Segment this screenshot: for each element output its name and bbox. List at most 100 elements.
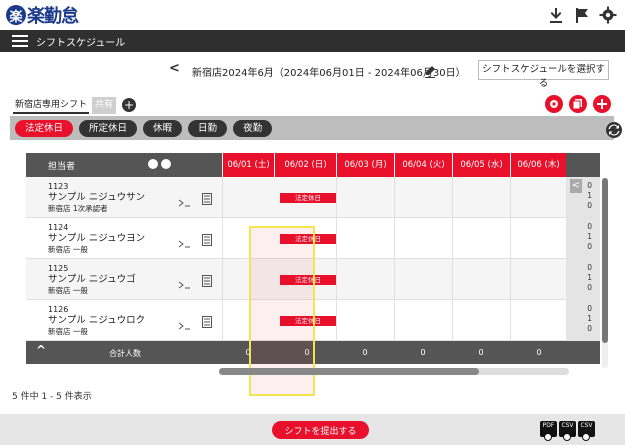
totals-label: 合計人数 — [109, 349, 141, 358]
export-label: CSV — [561, 422, 574, 429]
column-divider — [336, 177, 337, 341]
filter-leave[interactable]: 休暇 — [143, 119, 183, 137]
date-header[interactable]: 06/04 (火) — [394, 153, 452, 177]
employee-name[interactable]: サンプル ニジュウヨン — [48, 233, 145, 244]
copy-icon[interactable] — [569, 95, 587, 113]
row-summary: 0 1 0 — [566, 259, 600, 300]
add-tab-button[interactable]: + — [122, 98, 137, 112]
horizontal-scrollbar[interactable] — [219, 368, 569, 375]
refresh-icon[interactable] — [605, 121, 623, 139]
select-schedule-button[interactable]: シフトスケジュールを選択する — [478, 60, 609, 89]
employee-info: 1126 サンプル ニジュウロク 新宿店 一般 — [48, 304, 145, 337]
date-header[interactable]: 06/01 (土) — [222, 153, 274, 177]
shift-request-icon[interactable] — [178, 274, 190, 289]
sort-controls — [148, 159, 171, 169]
tab-shinjuku[interactable]: 新宿店専用シフト — [13, 97, 90, 114]
table-row: 1124 サンプル ニジュウヨン 新宿店 一般 法定休日 0 1 0 — [26, 218, 600, 259]
total-count: 0 — [420, 348, 426, 357]
date-header[interactable]: 06/02 (日) — [274, 153, 336, 177]
collapse-rows-button[interactable]: ^ — [36, 343, 46, 357]
period-row: < 新宿店2024年6月（2024年06月01日 - 2024年06月30日） … — [0, 60, 625, 89]
logo-mark: 楽 — [6, 5, 26, 25]
submit-shift-button[interactable]: シフトを提出する — [272, 421, 369, 439]
row-summary: 0 1 0 — [566, 218, 600, 259]
summary-count: 0 — [587, 283, 592, 292]
shift-request-icon[interactable] — [178, 233, 190, 248]
summary-count: 0 — [587, 242, 592, 251]
date-header[interactable]: 06/05 (水) — [452, 153, 510, 177]
employee-name[interactable]: サンプル ニジュウロク — [48, 315, 145, 326]
employee-id: 1126 — [48, 305, 69, 314]
summary-count: 0 — [587, 201, 592, 210]
tab-shared[interactable]: 共有 — [92, 96, 117, 114]
vertical-scrollbar[interactable] — [602, 178, 608, 368]
pencil-icon[interactable] — [425, 63, 435, 78]
memo-icon[interactable] — [202, 190, 212, 205]
shift-badge[interactable]: 法定休日 — [280, 193, 336, 203]
summary-count: 0 — [587, 304, 592, 313]
summary-count: 1 — [587, 232, 592, 241]
csv-export-button[interactable]: CSV — [578, 421, 595, 441]
filter-day-shift[interactable]: 日勤 — [188, 119, 228, 137]
filter-night-shift[interactable]: 夜勤 — [233, 119, 273, 137]
app-logo[interactable]: 楽 楽勤怠 — [6, 3, 79, 27]
filter-scheduled-holiday[interactable]: 所定休日 — [79, 119, 138, 137]
employee-role: 新宿店 一般 — [48, 286, 88, 295]
employee-info: 1124 サンプル ニジュウヨン 新宿店 一般 — [48, 222, 145, 255]
sort-toggle-icon[interactable] — [148, 159, 158, 169]
memo-icon[interactable] — [202, 313, 212, 328]
top-header: 楽 楽勤怠 — [0, 0, 625, 30]
date-header[interactable]: 06/03 (月) — [336, 153, 394, 177]
pdf-export-button[interactable]: PDF — [540, 421, 557, 441]
download-circle-icon — [563, 433, 571, 441]
filter-legal-holiday[interactable]: 法定休日 — [15, 119, 74, 137]
prev-period-button[interactable]: < — [169, 61, 180, 76]
settings-gear-icon[interactable] — [545, 95, 563, 113]
shift-request-icon[interactable] — [178, 315, 190, 330]
employee-role: 新宿店 一般 — [48, 327, 88, 336]
summary-count: 0 — [587, 263, 592, 272]
total-count: 0 — [304, 348, 310, 357]
logo-text: 楽勤怠 — [27, 6, 79, 27]
table-row: 1126 サンプル ニジュウロク 新宿店 一般 法定休日 0 1 0 — [26, 300, 600, 341]
right-tools — [545, 95, 611, 113]
employee-id: 1123 — [48, 182, 69, 191]
memo-icon[interactable] — [202, 231, 212, 246]
summary-count: 0 — [587, 324, 592, 333]
export-label: PDF — [542, 422, 555, 429]
filter-list-icon[interactable] — [161, 159, 171, 169]
column-divider — [510, 177, 511, 341]
download-icon[interactable] — [547, 6, 565, 24]
filter-bar: 法定休日 所定休日 休暇 日勤 夜勤 — [10, 116, 614, 140]
staff-column-label: 担当者 — [48, 162, 76, 172]
employee-info: 1123 サンプル ニジュウサン 新宿店 1次承認者 — [48, 181, 145, 214]
gear-icon[interactable] — [599, 6, 617, 24]
employee-id: 1124 — [48, 223, 69, 232]
download-circle-icon — [582, 433, 590, 441]
total-count: 0 — [362, 348, 368, 357]
employee-name[interactable]: サンプル ニジュウゴ — [48, 274, 136, 285]
column-divider — [452, 177, 453, 341]
shift-badge[interactable]: 法定休日 — [280, 316, 336, 326]
flag-icon[interactable] — [573, 6, 591, 24]
shift-request-icon[interactable] — [178, 192, 190, 207]
collapse-summary-button[interactable]: < — [570, 179, 582, 193]
date-header[interactable]: 06/06 (木) — [510, 153, 566, 177]
shift-grid: 担当者 06/01 (土) 06/02 (日) 06/03 (月) 06/04 … — [26, 153, 600, 364]
shift-badge[interactable]: 法定休日 — [280, 275, 336, 285]
page-title: シフトスケジュール — [36, 37, 126, 49]
memo-icon[interactable] — [202, 272, 212, 287]
table-row: 1123 サンプル ニジュウサン 新宿店 1次承認者 法定休日 0 1 0 — [26, 177, 600, 218]
hamburger-menu-icon[interactable] — [12, 35, 28, 47]
export-buttons: PDF CSV CSV — [540, 421, 595, 441]
menu-bar: シフトスケジュール — [0, 30, 625, 52]
shift-badge[interactable]: 法定休日 — [280, 234, 336, 244]
schedule-tabs: 新宿店専用シフト 共有 + — [13, 96, 137, 114]
row-summary: 0 1 0 — [566, 300, 600, 341]
add-icon[interactable] — [593, 95, 611, 113]
main-card: < 新宿店2024年6月（2024年06月01日 - 2024年06月30日） … — [0, 52, 625, 414]
employee-name[interactable]: サンプル ニジュウサン — [48, 192, 145, 203]
export-label: CSV — [580, 422, 593, 429]
csv-export-button[interactable]: CSV — [559, 421, 576, 441]
employee-role: 新宿店 1次承認者 — [48, 204, 108, 213]
